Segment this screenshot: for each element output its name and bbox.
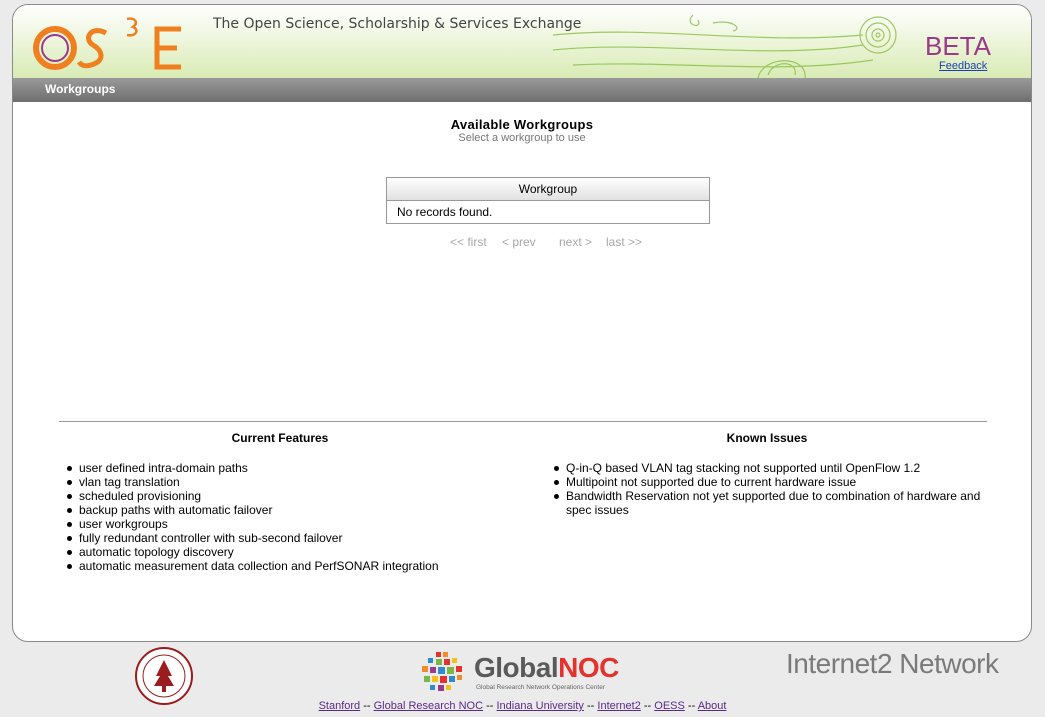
list-item: scheduled provisioning (65, 489, 505, 503)
page-subtitle: Select a workgroup to use (458, 132, 586, 144)
issues-title: Known Issues (726, 431, 808, 445)
globalnoc-logo[interactable]: GlobalNOC Global Research Network Operat… (418, 650, 628, 700)
footer-separator: -- (687, 700, 696, 712)
workgroup-column-header[interactable]: Workgroup (387, 178, 709, 201)
globalnoc-global-text: Global (474, 652, 559, 683)
globalnoc-noc-text: NOC (558, 652, 619, 683)
decorative-swirls (552, 14, 897, 78)
stanford-seal-icon[interactable] (134, 646, 194, 706)
pager-last[interactable]: last >> (606, 235, 642, 249)
beta-badge: BETA (925, 31, 991, 61)
workgroup-table: Workgroup No records found. (386, 177, 710, 224)
footer-link-global-research-noc[interactable]: Global Research NOC (374, 700, 483, 712)
globalnoc-subtitle: Global Research Network Operations Cente… (476, 684, 605, 691)
footer-link-oess[interactable]: OESS (654, 700, 685, 712)
list-item: fully redundant controller with sub-seco… (65, 531, 505, 545)
list-item: user workgroups (65, 517, 505, 531)
footer-separator: -- (486, 700, 494, 712)
nav-title: Workgroups (45, 82, 116, 96)
footer-link-about[interactable]: About (698, 700, 727, 712)
globalnoc-globe-icon (422, 652, 462, 691)
list-item: Multipoint not supported due to current … (552, 475, 992, 489)
footer-links: Stanford -- Global Research NOC -- India… (0, 700, 1045, 712)
footer-link-stanford[interactable]: Stanford (319, 700, 361, 712)
feedback-link[interactable]: Feedback (939, 60, 987, 72)
internet2-logo[interactable]: Internet2 Network (786, 648, 999, 680)
list-item: Q-in-Q based VLAN tag stacking not suppo… (552, 461, 992, 475)
footer-link-indiana-university[interactable]: Indiana University (497, 700, 584, 712)
footer-separator: -- (643, 700, 652, 712)
features-list: user defined intra-domain paths vlan tag … (65, 461, 505, 573)
pager-first[interactable]: << first (450, 235, 487, 249)
pager-prev[interactable]: < prev (502, 235, 536, 249)
site-header: The Open Science, Scholarship & Services… (13, 5, 1031, 78)
list-item: vlan tag translation (65, 475, 505, 489)
page-title: Available Workgroups (450, 117, 594, 132)
features-title: Current Features (231, 431, 329, 445)
issues-list: Q-in-Q based VLAN tag stacking not suppo… (552, 461, 992, 517)
footer-link-internet2[interactable]: Internet2 (597, 700, 640, 712)
empty-row: No records found. (397, 205, 493, 219)
os3e-logo[interactable] (31, 15, 201, 75)
footer-separator: -- (363, 700, 371, 712)
section-divider (59, 421, 987, 422)
list-item: automatic measurement data collection an… (65, 559, 505, 573)
nav-bar: Workgroups (13, 78, 1031, 102)
pager-next[interactable]: next > (559, 235, 592, 249)
list-item: Bandwidth Reservation not yet supported … (552, 489, 992, 517)
site-tagline: The Open Science, Scholarship & Services… (213, 16, 582, 32)
footer-separator: -- (587, 700, 595, 712)
list-item: user defined intra-domain paths (65, 461, 505, 475)
list-item: automatic topology discovery (65, 545, 505, 559)
page-frame: The Open Science, Scholarship & Services… (12, 4, 1032, 642)
footer-logos: GlobalNOC Global Research Network Operat… (0, 644, 1045, 705)
list-item: backup paths with automatic failover (65, 503, 505, 517)
